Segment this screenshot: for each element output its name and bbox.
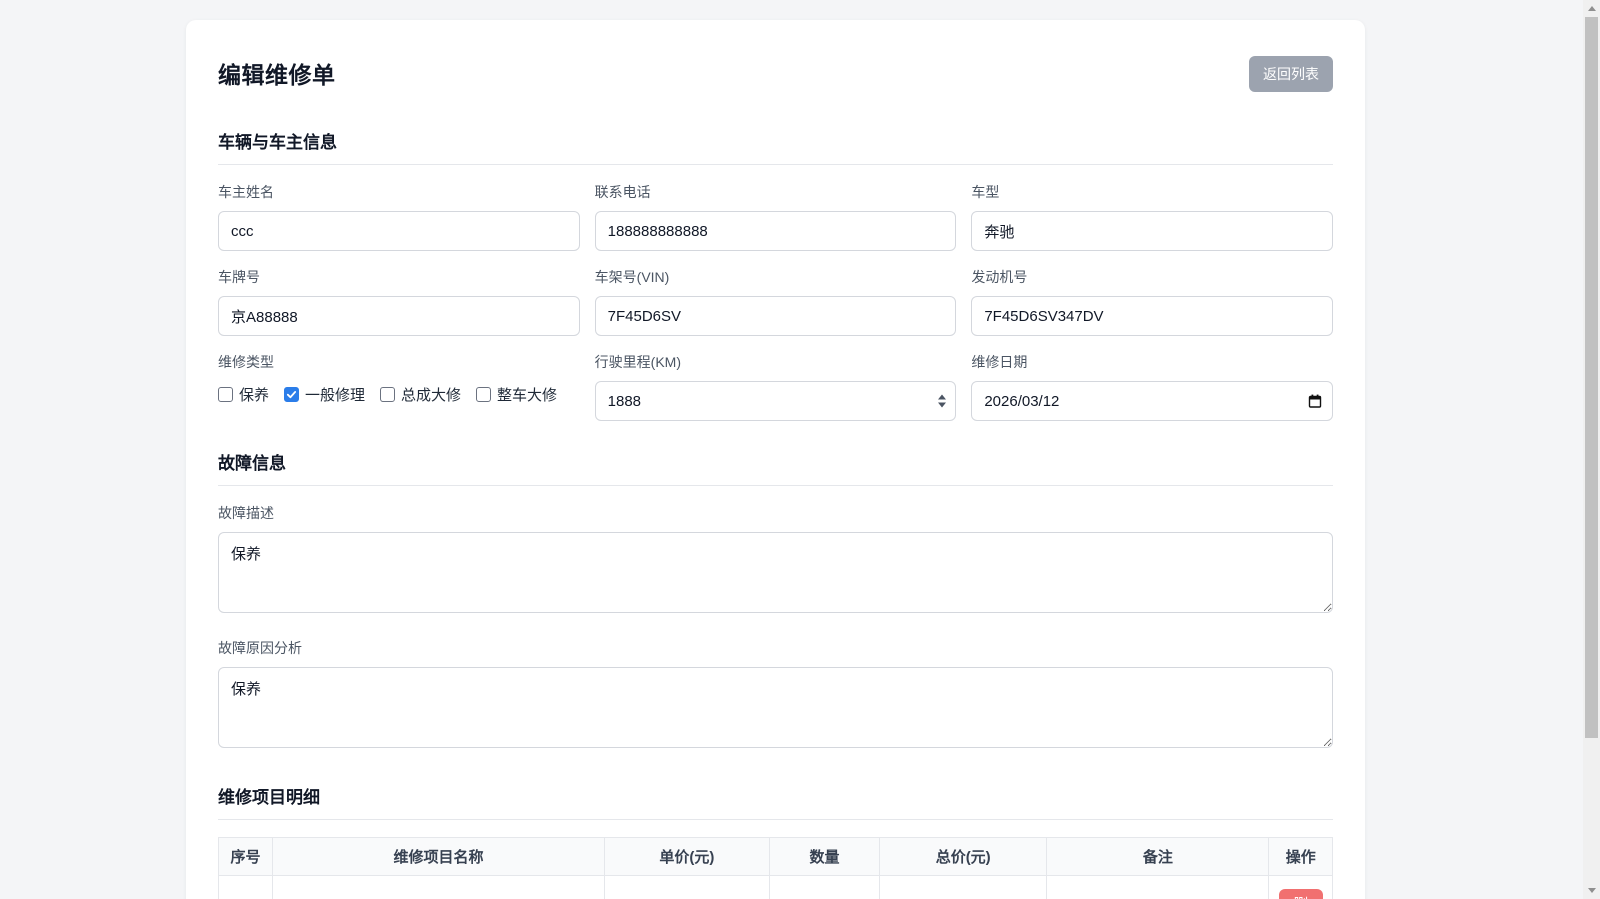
fault-desc-textarea[interactable]: 保养 [218,532,1333,613]
fault-analysis-field: 故障原因分析 保养 [218,638,1333,753]
car-model-input[interactable] [971,211,1333,251]
fault-desc-field: 故障描述 保养 [218,503,1333,618]
scroll-up-icon[interactable] [1583,0,1600,17]
checkbox-assembly-overhaul[interactable] [380,387,395,402]
cell-item-name [273,876,605,899]
engine-no-field: 发动机号 [971,267,1333,336]
phone-field: 联系电话 [595,182,957,251]
vehicle-owner-grid: 车主姓名 联系电话 车型 车牌号 车架号(VIN) 发动机号 维修类型 [218,182,1333,421]
delete-row-button[interactable]: 删除 [1279,889,1323,899]
repair-date-field: 维修日期 [971,352,1333,421]
repair-type-checkbox-group: 保养 一般修理 总成大修 整车大修 [218,384,580,405]
table-row: 1 188,888.00 删除 [219,876,1333,899]
back-to-list-button[interactable]: 返回列表 [1249,56,1333,92]
vin-field: 车架号(VIN) [595,267,957,336]
fault-analysis-textarea[interactable]: 保养 [218,667,1333,748]
plate-no-field: 车牌号 [218,267,580,336]
plate-no-input[interactable] [218,296,580,336]
mileage-label: 行驶里程(KM) [595,352,957,372]
mileage-input-wrap [595,381,957,421]
col-header-total: 总价(元) [880,838,1047,876]
number-spinner[interactable] [938,395,946,408]
col-header-remark: 备注 [1047,838,1269,876]
card-header: 编辑维修单 返回列表 [218,56,1333,92]
cell-qty [769,876,879,899]
col-header-action: 操作 [1269,838,1333,876]
spinner-down-icon[interactable] [938,403,946,408]
mileage-field: 行驶里程(KM) [595,352,957,421]
checkbox-full-vehicle-overhaul[interactable] [476,387,491,402]
col-header-unit-price: 单价(元) [605,838,770,876]
owner-name-input[interactable] [218,211,580,251]
section-title-vehicle-owner: 车辆与车主信息 [218,128,1333,165]
repair-order-form-card: 编辑维修单 返回列表 车辆与车主信息 车主姓名 联系电话 车型 车牌号 车架号(… [186,20,1365,899]
vin-label: 车架号(VIN) [595,267,957,287]
repair-date-label: 维修日期 [971,352,1333,372]
calendar-icon[interactable] [1307,393,1323,409]
phone-label: 联系电话 [595,182,957,202]
owner-name-field: 车主姓名 [218,182,580,251]
fault-desc-label: 故障描述 [218,503,1333,523]
page-title: 编辑维修单 [218,56,336,90]
cell-total: 188,888.00 [880,876,1047,899]
engine-no-input[interactable] [971,296,1333,336]
vin-input[interactable] [595,296,957,336]
cell-action: 删除 [1269,876,1333,899]
engine-no-label: 发动机号 [971,267,1333,287]
cell-row-no: 1 [219,876,273,899]
vertical-scrollbar[interactable] [1583,0,1600,899]
repair-items-table: 序号 维修项目名称 单价(元) 数量 总价(元) 备注 操作 1 [218,837,1333,899]
owner-name-label: 车主姓名 [218,182,580,202]
spinner-up-icon[interactable] [938,395,946,400]
repair-type-field: 维修类型 保养 一般修理 总成大修 整车大修 [218,352,580,421]
checkbox-label: 保养 [239,384,269,405]
checkbox-label: 一般修理 [305,384,365,405]
col-header-name: 维修项目名称 [273,838,605,876]
checkbox-item-maintenance[interactable]: 保养 [218,384,269,405]
car-model-field: 车型 [971,182,1333,251]
checkbox-label: 整车大修 [497,384,557,405]
checkbox-item-assembly-overhaul[interactable]: 总成大修 [380,384,461,405]
repair-type-label: 维修类型 [218,352,580,372]
plate-no-label: 车牌号 [218,267,580,287]
checkbox-item-full-vehicle-overhaul[interactable]: 整车大修 [476,384,557,405]
checkbox-label: 总成大修 [401,384,461,405]
mileage-input[interactable] [595,381,957,421]
cell-unit-price [605,876,770,899]
cell-remark [1047,876,1269,899]
col-header-no: 序号 [219,838,273,876]
fault-analysis-label: 故障原因分析 [218,638,1333,658]
car-model-label: 车型 [971,182,1333,202]
check-icon [286,389,297,400]
checkbox-general-repair[interactable] [284,387,299,402]
checkbox-maintenance[interactable] [218,387,233,402]
col-header-qty: 数量 [769,838,879,876]
phone-input[interactable] [595,211,957,251]
scrollbar-thumb[interactable] [1585,17,1598,738]
scroll-down-icon[interactable] [1583,882,1600,899]
table-header-row: 序号 维修项目名称 单价(元) 数量 总价(元) 备注 操作 [219,838,1333,876]
checkbox-item-general-repair[interactable]: 一般修理 [284,384,365,405]
repair-date-input-wrap [971,381,1333,421]
section-title-fault: 故障信息 [218,449,1333,486]
section-title-items: 维修项目明细 [218,783,1333,820]
repair-date-input[interactable] [971,381,1333,421]
